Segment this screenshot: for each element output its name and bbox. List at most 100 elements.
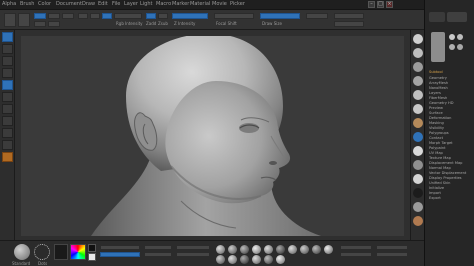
material-sphere-3[interactable] <box>240 245 249 254</box>
floor-icon[interactable] <box>413 132 423 142</box>
material-sphere-13[interactable] <box>240 255 249 264</box>
tray-row[interactable]: NanoMesh <box>429 86 471 90</box>
tool-thumb[interactable] <box>431 32 445 62</box>
menu-item[interactable]: Brush <box>20 1 34 7</box>
material-icon[interactable] <box>2 80 13 90</box>
viewport-canvas[interactable] <box>21 36 404 236</box>
menu-item[interactable]: Marker <box>172 1 189 7</box>
tray-row[interactable]: Displacement Map <box>429 161 471 165</box>
bottom-slider-7[interactable] <box>340 245 372 250</box>
menu-item[interactable]: Picker <box>230 1 245 7</box>
menu-item[interactable]: Document <box>56 1 82 7</box>
mrgb-button[interactable] <box>78 13 88 19</box>
material-sphere-10[interactable] <box>324 245 333 254</box>
minimize-icon[interactable]: – <box>368 1 375 8</box>
menu-item[interactable]: Movie <box>212 1 227 7</box>
color-icon[interactable] <box>2 92 13 102</box>
tray-row[interactable]: Normal Map <box>429 166 471 170</box>
material-sphere-2[interactable] <box>228 245 237 254</box>
projection-master-button[interactable] <box>4 13 16 27</box>
tray-row[interactable]: UV Map <box>429 151 471 155</box>
tray-row[interactable]: Preview <box>429 106 471 110</box>
bottom-slider-1[interactable] <box>100 245 140 250</box>
close-icon[interactable]: × <box>386 1 393 8</box>
tray-row[interactable]: Contact <box>429 136 471 140</box>
bottom-slider-6[interactable] <box>176 252 210 257</box>
stroke-icon[interactable] <box>2 44 13 54</box>
lightbox-button[interactable] <box>18 13 30 27</box>
bottom-slider-3[interactable] <box>144 245 172 250</box>
tray-row[interactable]: Unified Skin <box>429 181 471 185</box>
rotate-icon[interactable] <box>413 202 423 212</box>
menu-item[interactable]: Alpha <box>2 1 16 7</box>
tray-row[interactable]: Polygroups <box>429 131 471 135</box>
subtool-thumb-3[interactable] <box>449 44 455 50</box>
tray-header[interactable]: Subtool <box>429 70 471 74</box>
tray-row[interactable]: Export <box>429 196 471 200</box>
layer-icon[interactable] <box>2 140 13 150</box>
tray-row[interactable]: Polypaint <box>429 146 471 150</box>
symmetry-icon[interactable] <box>2 116 13 126</box>
tray-row[interactable]: Geometry <box>429 76 471 80</box>
material-sphere-14[interactable] <box>252 255 261 264</box>
tray-row[interactable]: Visibility <box>429 126 471 130</box>
spix-icon[interactable] <box>413 48 423 58</box>
material-sphere-11[interactable] <box>216 255 225 264</box>
bottom-slider-2[interactable] <box>100 252 140 257</box>
color-picker-icon[interactable] <box>70 244 86 260</box>
rotate-button[interactable] <box>62 13 74 19</box>
stroke-dots-icon[interactable] <box>34 244 50 260</box>
material-sphere-5[interactable] <box>264 245 273 254</box>
tray-row[interactable]: Geometry HD <box>429 101 471 105</box>
bottom-slider-5[interactable] <box>176 245 210 250</box>
material-sphere-7[interactable] <box>288 245 297 254</box>
maximize-icon[interactable]: □ <box>377 1 384 8</box>
tray-row[interactable]: Morph Target <box>429 141 471 145</box>
polyf-icon[interactable] <box>413 216 423 226</box>
draw-size-slider[interactable] <box>260 13 300 19</box>
m-button[interactable] <box>102 13 112 19</box>
aahalf-icon[interactable] <box>413 104 423 114</box>
bottom-slider-8[interactable] <box>340 252 372 257</box>
rgb-intensity-slider[interactable] <box>114 13 142 19</box>
frame-icon[interactable] <box>413 174 423 184</box>
material-sphere-6[interactable] <box>276 245 285 254</box>
menu-item[interactable]: Material <box>190 1 210 7</box>
menu-item[interactable]: Light <box>140 1 152 7</box>
alpha-icon[interactable] <box>54 244 68 260</box>
tray-row[interactable]: Vector Displacement <box>429 171 471 175</box>
move-icon[interactable] <box>413 188 423 198</box>
persp-icon[interactable] <box>413 118 423 128</box>
rgb-button[interactable] <box>90 13 100 19</box>
tray-row[interactable]: ArrayMesh <box>429 81 471 85</box>
menu-item[interactable]: Edit <box>98 1 108 7</box>
menu-item[interactable]: Color <box>38 1 51 7</box>
bottom-slider-4[interactable] <box>144 252 172 257</box>
material-sphere-1[interactable] <box>216 245 225 254</box>
alpha-icon[interactable] <box>2 56 13 66</box>
move-button[interactable] <box>48 13 60 19</box>
focal-shift-slider[interactable] <box>214 13 254 19</box>
zoom-icon[interactable] <box>413 76 423 86</box>
tray-row[interactable]: Initialize <box>429 186 471 190</box>
scroll-icon[interactable] <box>413 62 423 72</box>
scale-button[interactable] <box>48 21 60 27</box>
texture-icon[interactable] <box>2 68 13 78</box>
zsub-button[interactable] <box>158 13 168 19</box>
xyz-icon[interactable] <box>413 160 423 170</box>
tray-row[interactable]: Import <box>429 191 471 195</box>
tray-row[interactable]: FiberMesh <box>429 96 471 100</box>
subtool-thumb-2[interactable] <box>457 34 463 40</box>
z-intensity-slider[interactable] <box>172 13 208 19</box>
zadd-button[interactable] <box>146 13 156 19</box>
standard-brush-icon[interactable] <box>14 244 30 260</box>
material-sphere-9[interactable] <box>312 245 321 254</box>
actual-icon[interactable] <box>413 90 423 100</box>
material-sphere-8[interactable] <box>300 245 309 254</box>
bottom-slider-9[interactable] <box>376 245 408 250</box>
menu-item[interactable]: File <box>112 1 120 7</box>
subtool-thumb-1[interactable] <box>449 34 455 40</box>
brush-icon[interactable] <box>2 32 13 42</box>
tray-row[interactable]: Masking <box>429 121 471 125</box>
tray-row[interactable]: Display Properties <box>429 176 471 180</box>
